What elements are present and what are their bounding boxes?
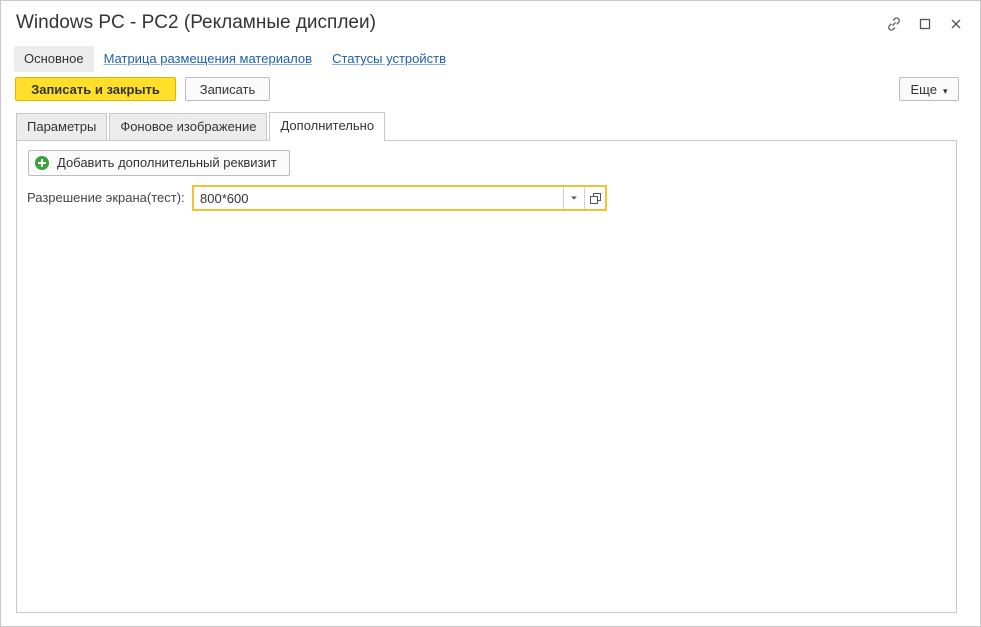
add-icon <box>35 156 49 170</box>
tab-background-image[interactable]: Фоновое изображение <box>109 113 268 140</box>
tab-device-statuses[interactable]: Статусы устройств <box>322 46 456 72</box>
screen-resolution-input[interactable] <box>194 187 563 209</box>
dropdown-icon[interactable] <box>563 187 584 209</box>
link-icon[interactable] <box>885 15 903 33</box>
tab-additional[interactable]: Дополнительно <box>269 112 386 141</box>
page-tabs: Параметры Фоновое изображение Дополнител… <box>16 112 387 141</box>
more-button[interactable]: Еще ▾ <box>899 77 959 101</box>
add-attribute-label: Добавить дополнительный реквизит <box>57 155 277 170</box>
save-and-close-button[interactable]: Записать и закрыть <box>15 77 176 101</box>
screen-resolution-label: Разрешение экрана(тест): <box>27 190 185 205</box>
window-title: Windows PC - PC2 (Рекламные дисплеи) <box>16 12 376 33</box>
section-tabs: Основное Матрица размещения материалов С… <box>14 46 456 72</box>
add-attribute-button[interactable]: Добавить дополнительный реквизит <box>28 150 290 176</box>
form-window: Windows PC - PC2 (Рекламные дисплеи) Осн… <box>0 0 981 627</box>
screen-resolution-field <box>192 185 607 211</box>
more-button-label: Еще <box>910 82 937 97</box>
open-icon[interactable] <box>584 187 605 209</box>
tab-panel-additional: Добавить дополнительный реквизит Разреше… <box>16 140 957 613</box>
tab-placement-matrix[interactable]: Матрица размещения материалов <box>94 46 322 72</box>
maximize-icon[interactable] <box>916 15 934 33</box>
tab-parameters[interactable]: Параметры <box>16 113 108 140</box>
tab-main[interactable]: Основное <box>14 46 94 72</box>
save-button[interactable]: Записать <box>185 77 270 101</box>
close-icon[interactable] <box>947 15 965 33</box>
chevron-down-icon: ▾ <box>942 85 948 96</box>
